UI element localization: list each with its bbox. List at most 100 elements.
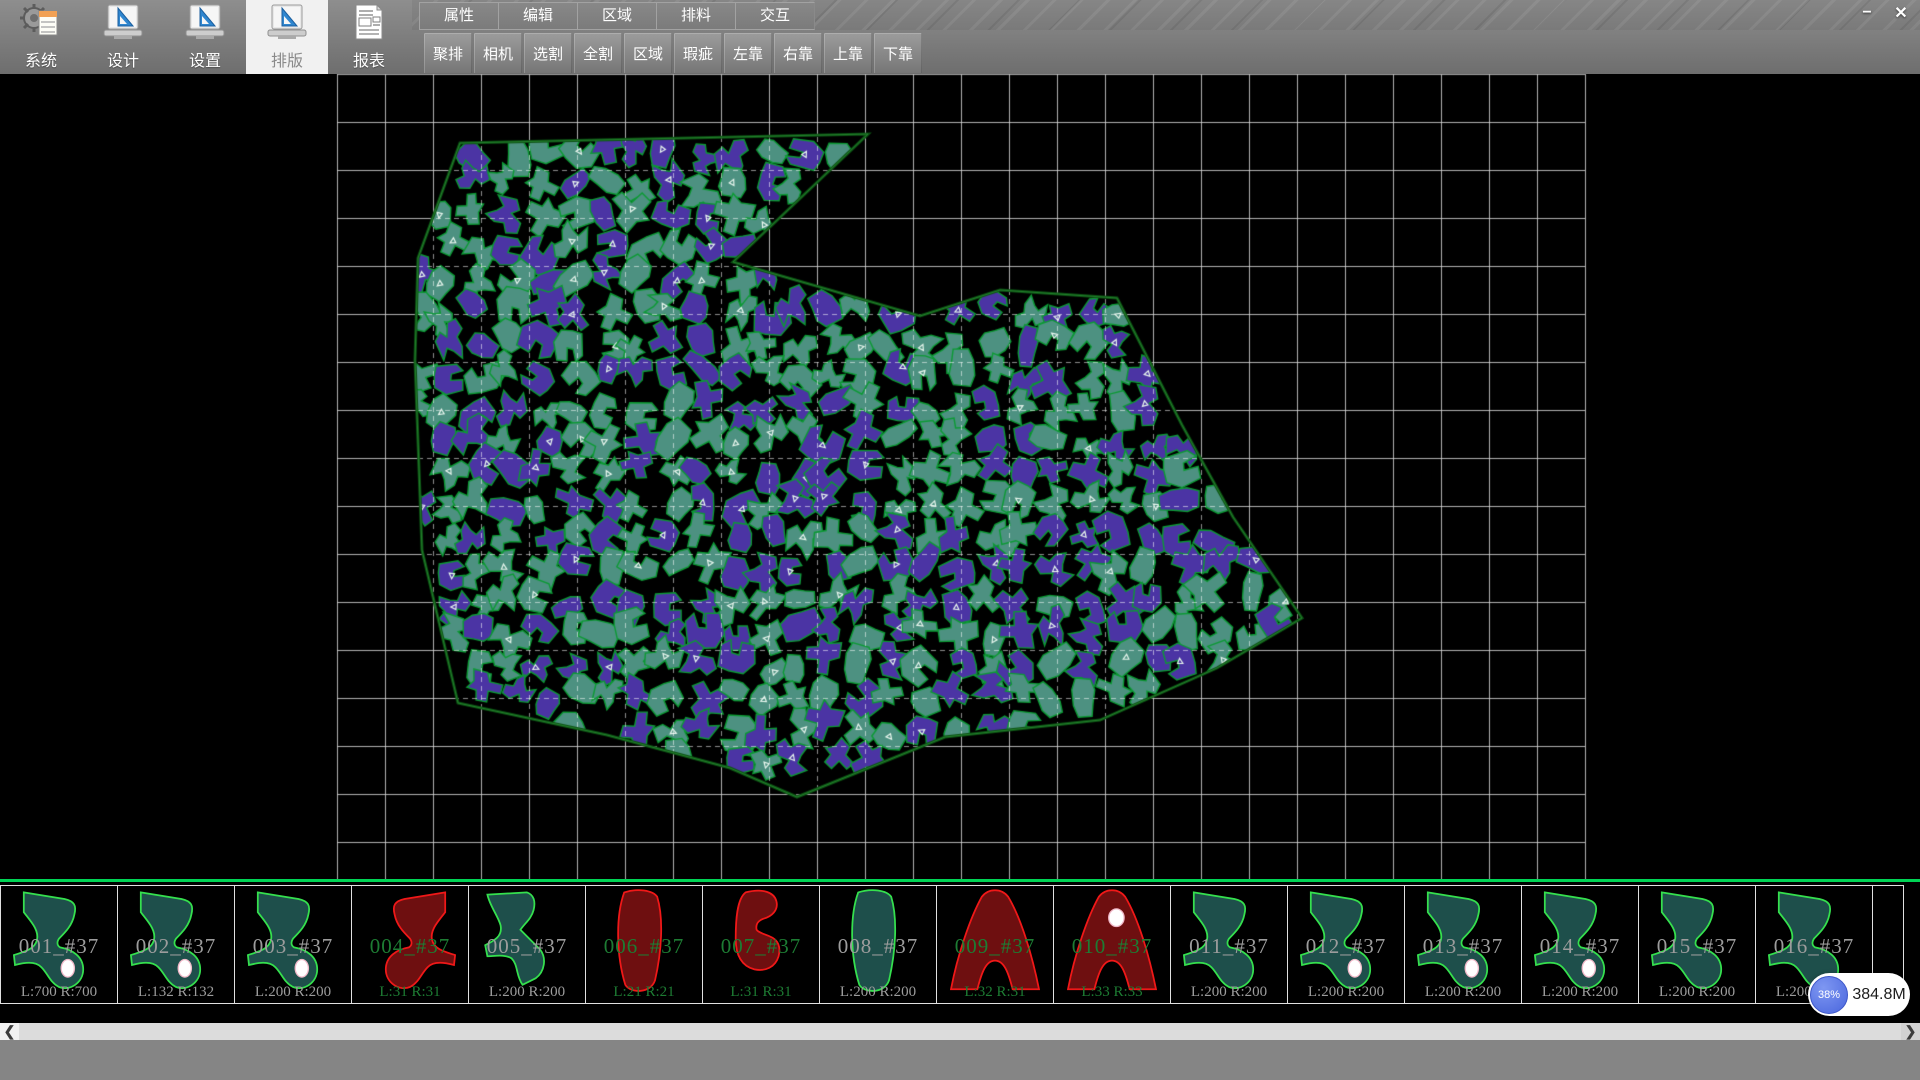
- tool-button-4[interactable]: 全割: [574, 33, 622, 73]
- design-ruler-icon: [100, 3, 146, 46]
- part-lr-count-label: L:32 R:31: [937, 984, 1053, 1001]
- minimize-button[interactable]: −: [1852, 2, 1882, 24]
- part-name-label: 010_#37: [1054, 934, 1170, 959]
- punch-hole: [178, 960, 191, 978]
- part-name-label: 014_#37: [1522, 934, 1638, 959]
- part-thumbnail-006_#37[interactable]: 006_#37 L:21 R:21: [585, 885, 703, 1004]
- part-name-label: 004_#37: [352, 934, 468, 959]
- tool-button-2[interactable]: 相机: [474, 33, 522, 73]
- parts-cells: 001_#37L:700 R:700002_#37L:132 R:132003_…: [0, 885, 1903, 1004]
- part-thumbnail-008_#37[interactable]: 008_#37L:200 R:200: [819, 885, 937, 1004]
- part-name-label: 016_#37: [1756, 934, 1872, 959]
- tool-button-8[interactable]: 右靠: [774, 33, 822, 73]
- part-thumbnail-009_#37[interactable]: 009_#37 L:32 R:31: [936, 885, 1054, 1004]
- report-icon: [349, 3, 389, 46]
- part-name-label: 001_#37: [1, 934, 117, 959]
- menu-tab-1[interactable]: 属性: [419, 2, 499, 30]
- part-name-label: 011_#37: [1171, 934, 1287, 959]
- tool-button-9[interactable]: 上靠: [824, 33, 872, 73]
- part-thumbnail-002_#37[interactable]: 002_#37 L:132 R:132: [117, 885, 235, 1004]
- status-badge: 38% 384.8M: [1808, 973, 1910, 1016]
- nav-item-label: 系统: [25, 47, 57, 71]
- settings-ruler-icon: [182, 3, 228, 46]
- report-icon: [349, 3, 389, 41]
- window-controls: − ✕: [1852, 2, 1916, 24]
- part-thumbnail-004_#37[interactable]: 004_#37 L:31 R:31: [351, 885, 469, 1004]
- nesting-ruler-icon: [264, 3, 310, 46]
- memory-usage-label: 384.8M: [1848, 986, 1910, 1004]
- part-thumbnail-005_#37[interactable]: 005_#37 L:200 R:200: [468, 885, 586, 1004]
- progress-percent-badge: 38%: [1810, 976, 1848, 1014]
- part-lr-count-label: L:132 R:132: [118, 984, 234, 1001]
- part-name-label: 003_#37: [235, 934, 351, 959]
- part-lr-count-label: L:200 R:200: [1171, 984, 1287, 1001]
- part-name-label: 007_#37: [703, 934, 819, 959]
- part-thumbnail-014_#37[interactable]: 014_#37 L:200 R:200: [1521, 885, 1639, 1004]
- menu-tab-3[interactable]: 区域: [577, 2, 657, 30]
- part-lr-count-label: L:200 R:200: [1288, 984, 1404, 1001]
- part-thumbnail-015_#37[interactable]: 015_#37 L:200 R:200: [1638, 885, 1756, 1004]
- nav-item-2[interactable]: 设计: [82, 0, 164, 74]
- nav-item-1[interactable]: 系统: [0, 0, 82, 74]
- part-thumbnail-012_#37[interactable]: 012_#37 L:200 R:200: [1287, 885, 1405, 1004]
- horizontal-scrollbar[interactable]: ❮ ❯: [0, 1023, 1920, 1040]
- part-lr-count-label: L:21 R:21: [586, 984, 702, 1001]
- menu-tab-5[interactable]: 交互: [735, 2, 815, 30]
- tool-button-3[interactable]: 选割: [524, 33, 572, 73]
- part-name-label: 006_#37: [586, 934, 702, 959]
- menu-tab-2[interactable]: 编辑: [498, 2, 578, 30]
- tool-button-10[interactable]: 下靠: [874, 33, 922, 73]
- nav-item-label: 排版: [271, 47, 303, 71]
- part-thumbnail-007_#37[interactable]: 007_#37 L:31 R:31: [702, 885, 820, 1004]
- part-name-label: 009_#37: [937, 934, 1053, 959]
- punch-hole: [295, 960, 308, 978]
- part-name-label: 005_#37: [469, 934, 585, 959]
- scrollbar-thumb[interactable]: [19, 1023, 1901, 1040]
- part-lr-count-label: L:31 R:31: [703, 984, 819, 1001]
- system-gear-icon: [19, 3, 63, 46]
- part-name-label: 015_#37: [1639, 934, 1755, 959]
- nav-item-5[interactable]: 报表: [328, 0, 410, 74]
- part-lr-count-label: L:200 R:200: [235, 984, 351, 1001]
- menu-tab-4[interactable]: 排料: [656, 2, 736, 30]
- part-thumbnail-011_#37[interactable]: 011_#37 L:200 R:200: [1170, 885, 1288, 1004]
- part-lr-count-label: L:200 R:200: [469, 984, 585, 1001]
- part-thumbnail-001_#37[interactable]: 001_#37L:700 R:700: [0, 885, 118, 1004]
- menu-tab-row: 属性编辑区域排料交互: [420, 2, 815, 29]
- punch-hole: [1348, 960, 1361, 978]
- nav-item-label: 设计: [107, 47, 139, 71]
- part-thumbnail-013_#37[interactable]: 013_#37 L:200 R:200: [1404, 885, 1522, 1004]
- nav-item-label: 设置: [189, 47, 221, 71]
- main-nav: 系统 设计 设置 排版 报表: [0, 0, 412, 74]
- part-thumbnail-003_#37[interactable]: 003_#37 L:200 R:200: [234, 885, 352, 1004]
- part-name-label: 008_#37: [820, 934, 936, 959]
- scroll-left-icon[interactable]: ❮: [0, 1023, 19, 1040]
- system-gear-icon: [19, 3, 63, 41]
- part-lr-count-label: L:31 R:31: [352, 984, 468, 1001]
- nav-item-3[interactable]: 设置: [164, 0, 246, 74]
- part-lr-count-label: L:33 R:33: [1054, 984, 1170, 1001]
- punch-hole: [1109, 909, 1124, 927]
- nav-item-4[interactable]: 排版: [246, 0, 328, 74]
- nesting-ruler-icon: [264, 3, 310, 41]
- close-button[interactable]: ✕: [1886, 2, 1916, 24]
- tool-button-6[interactable]: 瑕疵: [674, 33, 722, 73]
- scroll-right-icon[interactable]: ❯: [1901, 1023, 1920, 1040]
- part-lr-count-label: L:200 R:200: [1639, 984, 1755, 1001]
- tool-button-row: 聚排相机选割全割区域瑕疵左靠右靠上靠下靠: [424, 33, 924, 73]
- part-lr-count-label: L:200 R:200: [1405, 984, 1521, 1001]
- part-name-label: 002_#37: [118, 934, 234, 959]
- settings-ruler-icon: [182, 3, 228, 41]
- parts-thumbnail-strip: 001_#37L:700 R:700002_#37L:132 R:132003_…: [0, 879, 1920, 1007]
- part-name-label: 013_#37: [1405, 934, 1521, 959]
- punch-hole: [1582, 960, 1595, 978]
- punch-hole: [61, 960, 74, 978]
- tool-button-1[interactable]: 聚排: [424, 33, 472, 73]
- part-lr-count-label: L:200 R:200: [1522, 984, 1638, 1001]
- tool-button-5[interactable]: 区域: [624, 33, 672, 73]
- part-name-label: 012_#37: [1288, 934, 1404, 959]
- tool-button-7[interactable]: 左靠: [724, 33, 772, 73]
- nav-item-label: 报表: [353, 47, 385, 71]
- part-thumbnail-010_#37[interactable]: 010_#37 L:33 R:33: [1053, 885, 1171, 1004]
- strip-divider-line: [0, 879, 1920, 882]
